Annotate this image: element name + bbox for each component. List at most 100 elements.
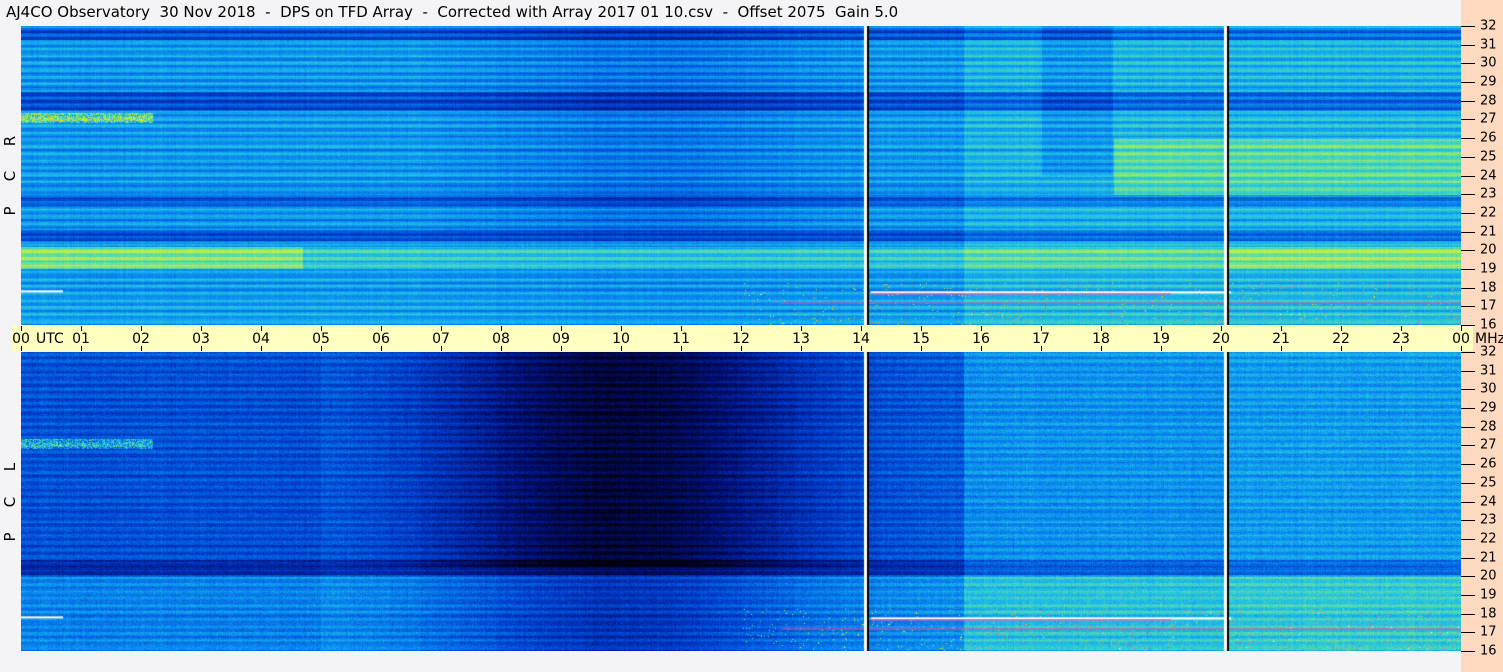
x-tick-mark: [1101, 326, 1102, 331]
x-tick-mark: [861, 326, 862, 331]
y-tick-label: 19: [1480, 261, 1497, 277]
y-tick-label: 20: [1480, 242, 1497, 258]
x-tick-label: 22: [1332, 331, 1350, 347]
y-tick-mark: [1461, 370, 1475, 372]
y-tick-label: 28: [1480, 419, 1497, 435]
y-tick-mark: [1461, 408, 1475, 410]
x-tick-mark: [1401, 346, 1402, 351]
y-tick-label: 16: [1480, 643, 1497, 659]
y-tick-mark: [1461, 63, 1475, 65]
y-tick-mark: [1461, 538, 1475, 540]
x-tick-mark: [921, 326, 922, 331]
x-tick-mark: [1221, 326, 1222, 331]
x-tick-mark: [261, 346, 262, 351]
y-tick-label: 31: [1480, 363, 1497, 379]
y-tick-mark: [1461, 426, 1475, 428]
x-tick-label: 23: [1392, 331, 1410, 347]
x-tick-mark: [141, 326, 142, 331]
x-tick-mark: [1341, 346, 1342, 351]
x-tick-mark: [1281, 346, 1282, 351]
x-tick-label: 08: [492, 331, 510, 347]
panel-label-letter: P: [1, 532, 19, 542]
y-tick-label: 17: [1480, 298, 1497, 314]
y-tick-mark: [1461, 26, 1475, 27]
x-tick-label: 05: [312, 331, 330, 347]
x-tick-label: 00: [12, 331, 30, 347]
y-tick-label: 21: [1480, 550, 1497, 566]
x-tick-mark: [321, 326, 322, 331]
y-tick-mark: [1461, 464, 1475, 466]
x-tick-mark: [81, 326, 82, 331]
x-tick-mark: [621, 326, 622, 331]
x-tick-label: 04: [252, 331, 270, 347]
x-tick-mark: [381, 326, 382, 331]
y-tick-mark: [1461, 557, 1475, 559]
y-tick-mark: [1461, 594, 1475, 596]
y-tick-label: 22: [1480, 531, 1497, 547]
y-tick-mark: [1461, 138, 1475, 140]
y-tick-mark: [1461, 175, 1475, 177]
y-tick-label: 30: [1480, 381, 1497, 397]
y-tick-label: 26: [1480, 456, 1497, 472]
x-tick-mark: [501, 346, 502, 351]
x-tick-mark: [1461, 326, 1462, 331]
x-tick-label: 14: [852, 331, 870, 347]
y-tick-label: 18: [1480, 280, 1497, 296]
y-tick-mark: [1461, 520, 1475, 522]
y-tick-label: 29: [1480, 400, 1497, 416]
panel-label-letter: L: [1, 462, 19, 472]
x-tick-mark: [561, 326, 562, 331]
y-tick-mark: [1461, 100, 1475, 102]
y-tick-label: 23: [1480, 186, 1497, 202]
y-tick-label: 21: [1480, 224, 1497, 240]
y-tick-mark: [1461, 250, 1475, 252]
x-tick-label: 21: [1272, 331, 1290, 347]
x-tick-mark: [81, 346, 82, 351]
x-tick-label: 18: [1092, 331, 1110, 347]
x-tick-label: 03: [192, 331, 210, 347]
x-tick-mark: [981, 326, 982, 331]
y-tick-label: 25: [1480, 149, 1497, 165]
x-tick-mark: [21, 346, 22, 351]
y-tick-label: 26: [1480, 130, 1497, 146]
y-tick-mark: [1461, 306, 1475, 308]
chart-title: AJ4CO Observatory 30 Nov 2018 - DPS on T…: [6, 3, 899, 21]
x-tick-mark: [321, 346, 322, 351]
x-tick-mark: [21, 326, 22, 331]
x-tick-label: 06: [372, 331, 390, 347]
y-tick-label: 27: [1480, 111, 1497, 127]
x-tick-mark: [1041, 346, 1042, 351]
x-tick-label: 15: [912, 331, 930, 347]
panel-label-letter: R: [1, 135, 19, 147]
x-tick-label: 12: [732, 331, 750, 347]
x-tick-mark: [801, 326, 802, 331]
y-tick-label: 28: [1480, 93, 1497, 109]
y-tick-mark: [1461, 82, 1475, 84]
y-tick-mark: [1461, 268, 1475, 270]
x-tick-mark: [1461, 346, 1462, 351]
x-tick-mark: [1401, 326, 1402, 331]
y-tick-mark: [1461, 352, 1475, 353]
x-tick-mark: [381, 346, 382, 351]
y-tick-label: 27: [1480, 437, 1497, 453]
x-tick-mark: [441, 326, 442, 331]
y-tick-label: 32: [1480, 18, 1497, 34]
x-tick-mark: [621, 346, 622, 351]
y-tick-mark: [1461, 156, 1475, 158]
y-tick-label: 18: [1480, 606, 1497, 622]
x-tick-label: 07: [432, 331, 450, 347]
y-tick-label: 31: [1480, 37, 1497, 53]
y-tick-label: 19: [1480, 587, 1497, 603]
y-tick-mark: [1461, 389, 1475, 391]
x-tick-mark: [261, 326, 262, 331]
x-axis-label: UTC: [36, 331, 64, 347]
x-tick-label: 09: [552, 331, 570, 347]
x-tick-label: 17: [1032, 331, 1050, 347]
x-tick-mark: [861, 346, 862, 351]
x-tick-mark: [1101, 346, 1102, 351]
x-tick-mark: [1341, 326, 1342, 331]
x-tick-mark: [201, 326, 202, 331]
x-tick-label: 19: [1152, 331, 1170, 347]
x-tick-mark: [801, 346, 802, 351]
y-tick-mark: [1461, 44, 1475, 46]
